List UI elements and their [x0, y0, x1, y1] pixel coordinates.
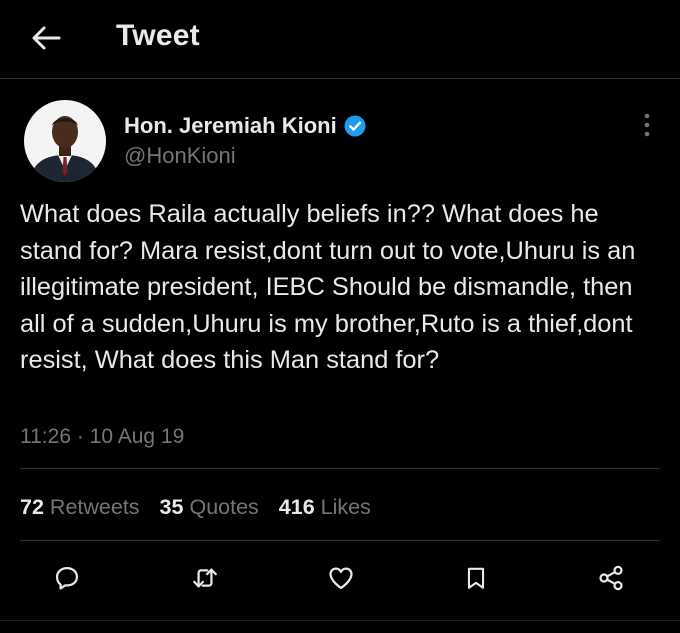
tweet-text: What does Raila actually beliefs in?? Wh…: [20, 200, 636, 374]
retweet-button[interactable]: [185, 558, 225, 598]
profile-photo: [24, 100, 106, 182]
more-options-button[interactable]: [634, 110, 660, 140]
back-button[interactable]: [26, 20, 66, 56]
retweets-label: Retweets: [49, 494, 140, 519]
avatar[interactable]: [24, 100, 106, 182]
bookmark-icon: [467, 567, 485, 589]
retweet-icon: [193, 568, 217, 588]
reply-icon: [55, 566, 79, 590]
quotes-label: Quotes: [189, 494, 259, 519]
retweets-count: 72: [20, 494, 44, 519]
retweets-stat[interactable]: 72 Retweets: [20, 495, 140, 520]
top-bar: Tweet: [0, 0, 680, 79]
action-bar: [0, 558, 680, 600]
like-button[interactable]: [321, 558, 361, 598]
heart-icon: [329, 567, 353, 590]
author-name[interactable]: Hon. Jeremiah Kioni: [124, 113, 367, 139]
divider: [20, 468, 660, 469]
tweet-timestamp[interactable]: 11:26 · 10 Aug 19: [20, 425, 184, 449]
likes-stat[interactable]: 416 Likes: [279, 495, 371, 520]
more-vertical-icon: [644, 113, 650, 137]
author-name-text: Hon. Jeremiah Kioni: [124, 113, 337, 138]
tweet-stats: 72 Retweets 35 Quotes 416 Likes: [20, 494, 391, 520]
arrow-left-icon: [32, 26, 61, 50]
likes-count: 416: [278, 494, 315, 519]
likes-label: Likes: [320, 494, 371, 519]
page-title: Tweet: [116, 19, 200, 52]
reply-button[interactable]: [47, 558, 87, 598]
share-button[interactable]: [591, 558, 631, 598]
bookmark-button[interactable]: [456, 558, 496, 598]
divider: [20, 540, 660, 541]
author-handle[interactable]: @HonKioni: [124, 143, 236, 169]
quotes-stat[interactable]: 35 Quotes: [160, 495, 259, 520]
bottom-divider: [0, 620, 680, 621]
verified-badge-icon: [344, 115, 366, 137]
quotes-count: 35: [159, 494, 184, 519]
share-icon: [599, 565, 623, 591]
